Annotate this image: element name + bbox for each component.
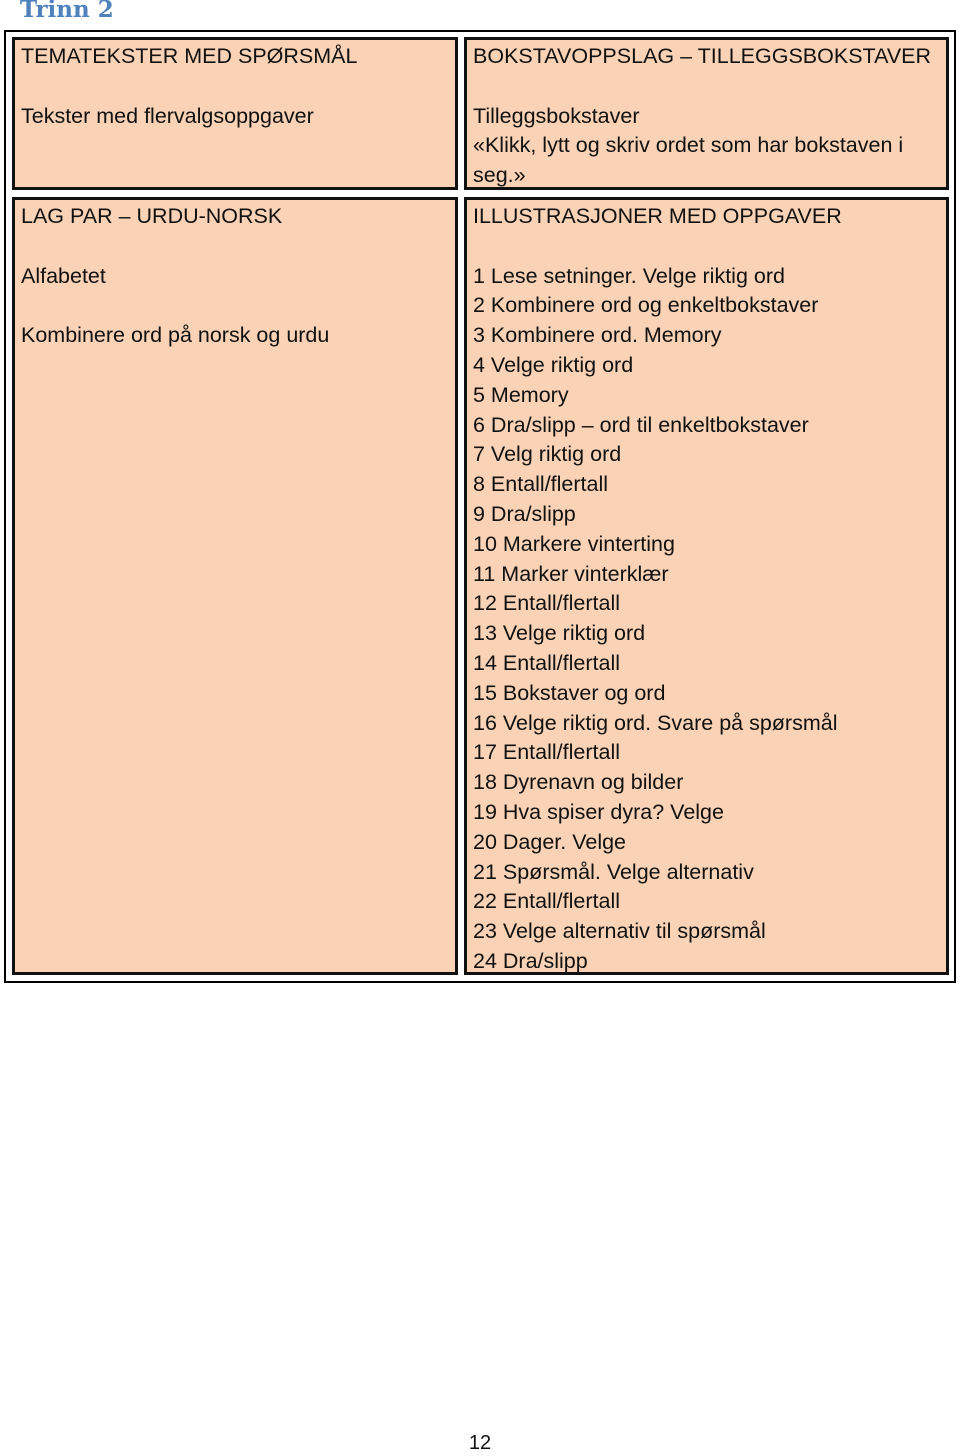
list-item: 21 Spørsmål. Velge alternativ [473,859,754,884]
list-item: 5 Memory [473,382,569,407]
list-item: 22 Entall/flertall [473,889,620,914]
list-item: 15 Bokstaver og ord [473,680,666,705]
list-item: 7 Velg riktig ord [473,442,622,467]
list-item: 12 Entall/flertall [473,591,620,616]
cell-illustrasjoner: ILLUSTRASJONER MED OPPGAVER 1 Lese setnin… [464,197,949,975]
list-item [21,291,449,321]
cell-heading: LAG PAR – URDU-NORSK [21,204,283,228]
list-item: 6 Dra/slipp – ord til enkeltbokstaver [473,412,809,437]
list-item: 9 Dra/slipp [473,501,576,526]
list-item: Tilleggsbokstaver [473,103,640,128]
list-item: 18 Dyrenavn og bilder [473,770,684,795]
list-item: 1 Lese setninger. Velge riktig ord [473,263,785,288]
page-title: Trinn 2 [20,0,114,23]
list-item: Alfabetet [21,263,106,288]
list-item: seg.» [473,163,526,188]
cell-tematekster: TEMATEKSTER MED SPØRSMÅL Tekster med fler… [12,37,458,190]
list-item: 14 Entall/flertall [473,650,620,675]
list-item: «Klikk, lytt og skriv ordet som har boks… [473,133,904,158]
list-item: 23 Velge alternativ til spørsmål [473,919,766,944]
cell-bokstavoppslag: BOKSTAVOPPSLAG – TILLEGGSBOKSTAVER Tilleg… [464,37,949,190]
list-item: 11 Marker vinterklær [473,561,669,586]
list-item: 10 Markere vinterting [473,531,675,556]
cell-heading: ILLUSTRASJONER MED OPPGAVER [473,204,842,228]
list-item: 17 Entall/flertall [473,740,620,765]
list-item: 2 Kombinere ord og enkeltbokstaver [473,293,819,318]
list-item: 3 Kombinere ord. Memory [473,323,722,348]
list-item: 24 Dra/slipp [473,948,588,973]
list-item: Tekster med flervalgsoppgaver [21,103,314,128]
list-item: 16 Velge riktig ord. Svare på spørsmål [473,710,838,735]
list-item: 13 Velge riktig ord [473,621,646,646]
list-item: 19 Hva spiser dyra? Velge [473,799,724,824]
cell-heading: TEMATEKSTER MED SPØRSMÅL [21,44,358,68]
list-item: 8 Entall/flertall [473,472,609,497]
page-number: 12 [468,1432,492,1454]
cell-heading: BOKSTAVOPPSLAG – TILLEGGSBOKSTAVER [473,44,932,68]
cell-lag-par: LAG PAR – URDU-NORSK Alfabetet Kombinere o… [12,197,458,975]
list-item: Kombinere ord på norsk og urdu [21,323,330,348]
list-item: 20 Dager. Velge [473,829,627,854]
list-item: 4 Velge riktig ord [473,352,634,377]
